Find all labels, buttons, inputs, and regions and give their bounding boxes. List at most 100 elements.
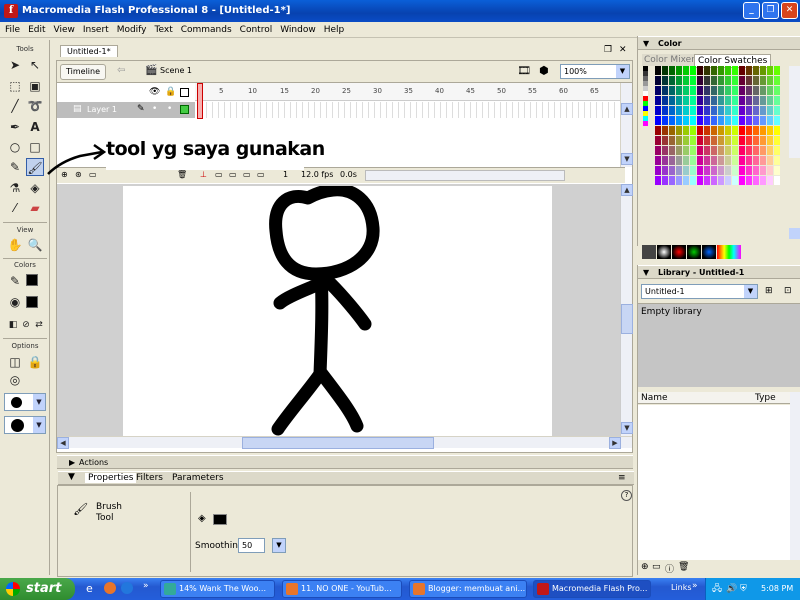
object-drawing-icon[interactable]: ◫ <box>6 353 24 371</box>
swatch[interactable] <box>643 121 648 126</box>
swatch[interactable] <box>753 126 759 135</box>
minimize-button[interactable]: _ <box>743 2 760 19</box>
swatch-grid[interactable] <box>643 66 793 186</box>
swatch[interactable] <box>746 76 752 85</box>
swatch[interactable] <box>739 116 745 125</box>
swatch[interactable] <box>725 86 731 95</box>
swatch[interactable] <box>655 126 661 135</box>
security-icon[interactable]: ⛨ <box>740 578 747 600</box>
swatch[interactable] <box>676 146 682 155</box>
swatch[interactable] <box>746 126 752 135</box>
swatch[interactable] <box>725 156 731 165</box>
fill-color-swatch[interactable] <box>213 514 227 525</box>
swatch[interactable] <box>704 176 710 185</box>
scroll-down-icon[interactable]: ▼ <box>621 422 633 434</box>
swatch[interactable] <box>774 156 780 165</box>
stage-canvas[interactable] <box>123 183 552 436</box>
swatch[interactable] <box>655 116 661 125</box>
swatch[interactable] <box>655 76 661 85</box>
timeline-scrollbar[interactable]: ▲ ▼ <box>620 83 633 167</box>
swatch[interactable] <box>746 136 752 145</box>
swatch[interactable] <box>725 176 731 185</box>
swatch[interactable] <box>746 116 752 125</box>
swatch[interactable] <box>711 166 717 175</box>
swatch[interactable] <box>725 126 731 135</box>
swatch[interactable] <box>767 76 773 85</box>
swatch[interactable] <box>767 96 773 105</box>
onion-skin-icon[interactable]: ▭ <box>215 170 223 179</box>
swatch[interactable] <box>669 96 675 105</box>
more-quicklaunch-icon[interactable]: » <box>143 581 149 591</box>
collapse-arrow-icon[interactable]: ▼ <box>68 472 75 482</box>
brush-shape-dropdown[interactable]: ▼ <box>4 416 46 434</box>
swatch[interactable] <box>676 136 682 145</box>
pencil-tool-icon[interactable]: ✎ <box>6 158 24 176</box>
swatch[interactable] <box>739 146 745 155</box>
swatch[interactable] <box>718 86 724 95</box>
swatch[interactable] <box>655 146 661 155</box>
swatch[interactable] <box>774 116 780 125</box>
swatch[interactable] <box>718 116 724 125</box>
swatch[interactable] <box>732 146 738 155</box>
swatch[interactable] <box>690 76 696 85</box>
swatch[interactable] <box>704 156 710 165</box>
swatch[interactable] <box>732 176 738 185</box>
swatch[interactable] <box>718 156 724 165</box>
scroll-down-icon[interactable]: ▼ <box>621 153 633 165</box>
swatch[interactable] <box>753 166 759 175</box>
swatch[interactable] <box>704 96 710 105</box>
swatch[interactable] <box>746 146 752 155</box>
swatch[interactable] <box>662 66 668 75</box>
swatch[interactable] <box>669 66 675 75</box>
swatch[interactable] <box>662 136 668 145</box>
swatch[interactable] <box>697 136 703 145</box>
hand-tool-icon[interactable]: ✋ <box>6 236 24 254</box>
swatch[interactable] <box>683 136 689 145</box>
swatch[interactable] <box>753 156 759 165</box>
eyedropper-tool-icon[interactable]: ⁄ <box>6 199 24 217</box>
swatch[interactable] <box>697 166 703 175</box>
swatch[interactable] <box>774 96 780 105</box>
swatch[interactable] <box>704 126 710 135</box>
swatch[interactable] <box>676 126 682 135</box>
taskbar-item[interactable]: 14% Wank The Woo... <box>160 580 275 598</box>
tab-color-mixer[interactable]: Color Mixer <box>642 54 697 66</box>
swatch[interactable] <box>732 166 738 175</box>
swatch[interactable] <box>669 146 675 155</box>
line-tool-icon[interactable]: ╱ <box>6 97 24 115</box>
modify-markers-icon[interactable]: ▭ <box>257 170 265 179</box>
scroll-thumb[interactable] <box>242 437 434 449</box>
swatch[interactable] <box>683 106 689 115</box>
swatch[interactable] <box>746 156 752 165</box>
swatch[interactable] <box>746 176 752 185</box>
scroll-left-icon[interactable]: ◀ <box>57 437 69 449</box>
scroll-thumb[interactable] <box>621 304 633 334</box>
swatch[interactable] <box>690 126 696 135</box>
swatch[interactable] <box>697 86 703 95</box>
swatch[interactable] <box>718 66 724 75</box>
swatch[interactable] <box>725 106 731 115</box>
swatch[interactable] <box>697 116 703 125</box>
timeline-hscroll[interactable] <box>365 170 565 181</box>
swatch[interactable] <box>767 66 773 75</box>
stage-hscroll[interactable]: ◀ ▶ <box>57 436 632 449</box>
lock-fill-icon[interactable]: 🔒 <box>26 353 44 371</box>
swatch[interactable] <box>767 126 773 135</box>
swatch[interactable] <box>690 136 696 145</box>
swatch[interactable] <box>704 166 710 175</box>
browser-quicklaunch-icon[interactable] <box>121 582 133 594</box>
swatch[interactable] <box>732 136 738 145</box>
scroll-up-icon[interactable]: ▲ <box>621 184 633 196</box>
swatch[interactable] <box>704 116 710 125</box>
more-links-icon[interactable]: » <box>692 581 698 591</box>
swatch[interactable] <box>662 166 668 175</box>
swatch[interactable] <box>683 176 689 185</box>
swatch[interactable] <box>711 96 717 105</box>
swatch[interactable] <box>739 86 745 95</box>
menu-control[interactable]: Control <box>237 22 276 38</box>
taskbar-item-active[interactable]: Macromedia Flash Pro... <box>533 580 651 598</box>
menu-view[interactable]: View <box>51 22 78 38</box>
swatch[interactable] <box>669 86 675 95</box>
menu-edit[interactable]: Edit <box>25 22 48 38</box>
swatch[interactable] <box>683 156 689 165</box>
